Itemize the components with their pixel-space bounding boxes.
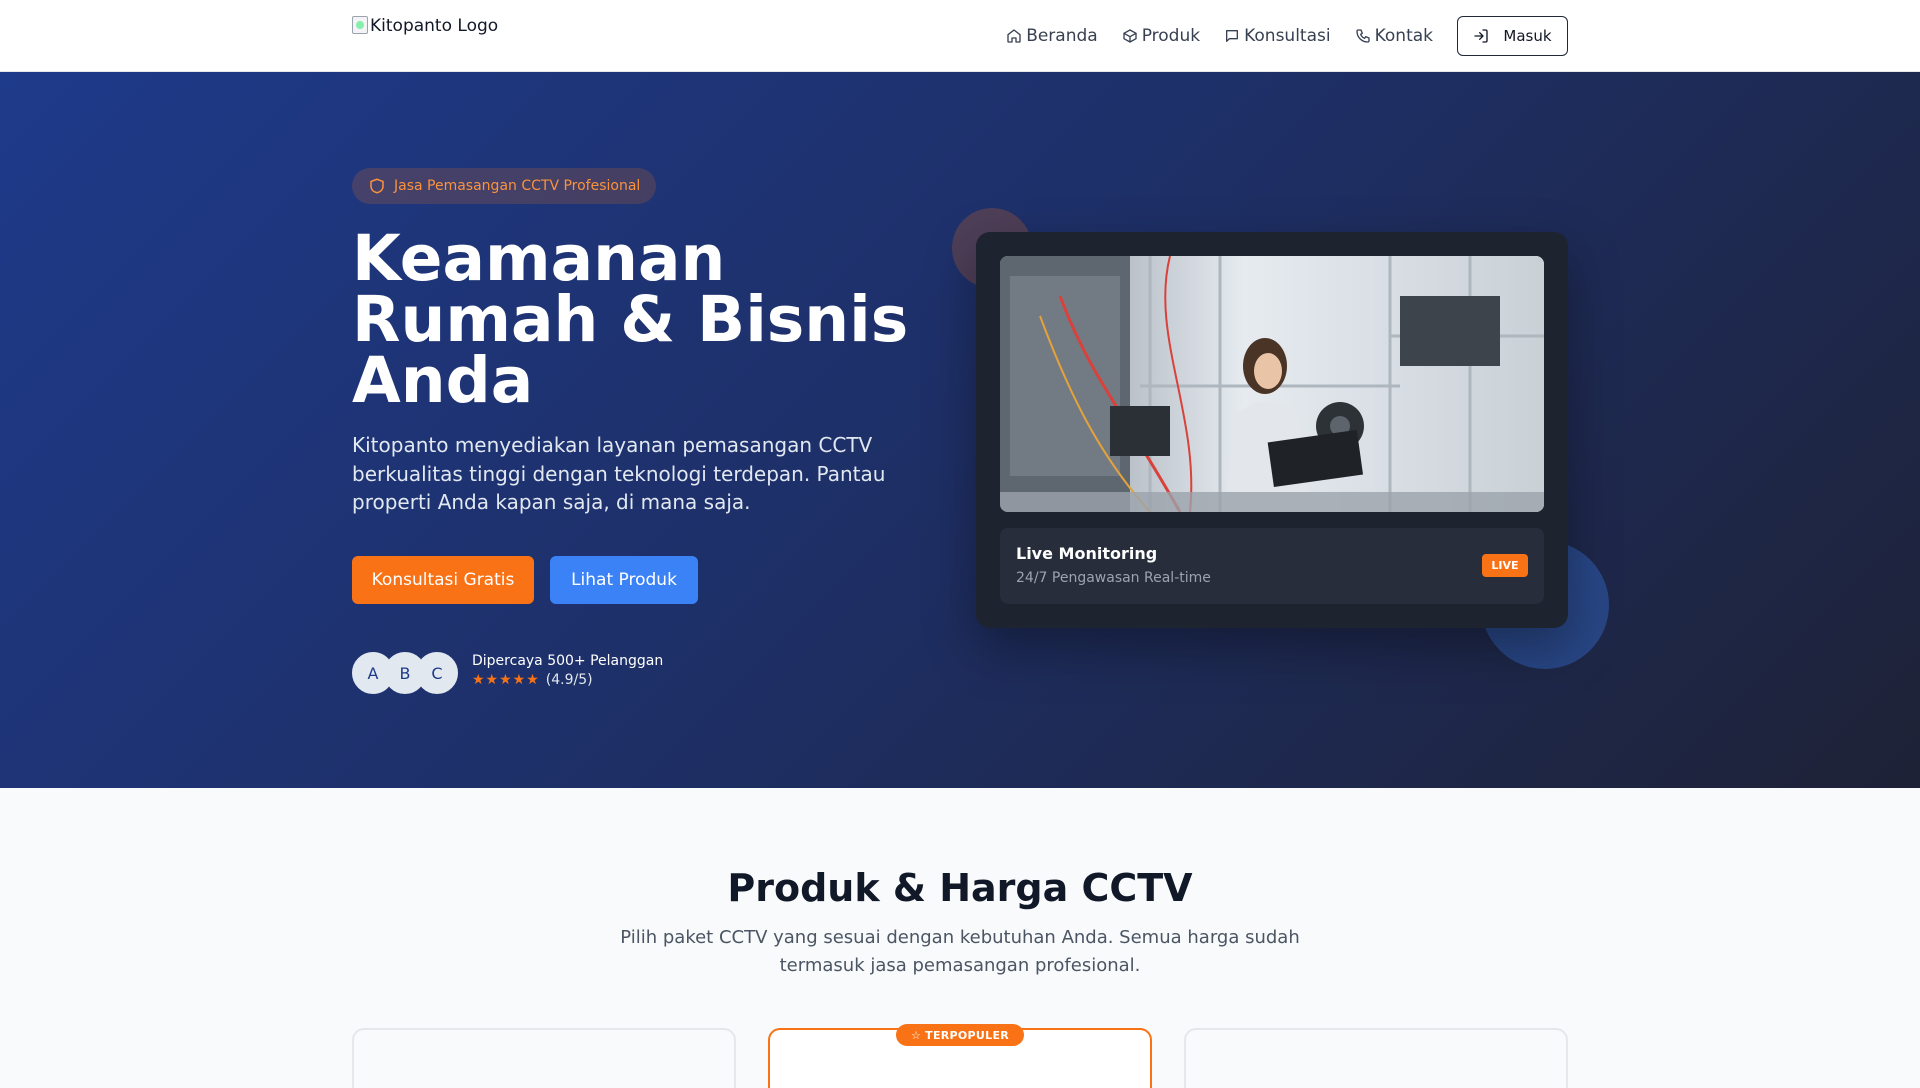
hero-description: Kitopanto menyediakan layanan pemasangan… — [352, 433, 886, 514]
star-rating-icons: ★★★★★ — [472, 672, 540, 688]
nav-item-produk[interactable]: Produk — [1122, 26, 1200, 46]
main-nav: Beranda Produk Konsultasi Kontak Masuk — [1006, 16, 1568, 56]
consult-free-button[interactable]: Konsultasi Gratis — [352, 556, 534, 604]
login-icon — [1474, 29, 1489, 43]
live-status-bar: Live Monitoring 24/7 Pengawasan Real-tim… — [1000, 528, 1544, 604]
popular-label: TERPOPULER — [925, 1028, 1010, 1042]
live-badge: LIVE — [1482, 554, 1528, 577]
hero-title: Keamanan Rumah & Bisnis Anda — [352, 222, 909, 417]
products-title: Produk & Harga CCTV — [727, 866, 1193, 910]
rating: ★★★★★ (4.9/5) — [472, 672, 663, 688]
home-icon — [1007, 29, 1021, 43]
logo[interactable]: Kitopanto Logo — [352, 16, 498, 36]
trust-text: Dipercaya 500+ Pelanggan — [472, 653, 664, 669]
nav-label: Kontak — [1374, 26, 1433, 46]
nav-item-kontak[interactable]: Kontak — [1355, 26, 1433, 46]
customer-avatars: A B C — [352, 652, 458, 694]
logo-alt-text: Kitopanto Logo — [370, 16, 499, 36]
popular-badge: ☆ TERPOPULER — [896, 1024, 1024, 1046]
service-badge: Jasa Pemasangan CCTV Profesional — [352, 168, 657, 204]
products-section: Produk & Harga CCTV Pilih paket CCTV yan… — [0, 788, 1920, 1088]
nav-label: Konsultasi — [1244, 26, 1331, 46]
message-icon — [1226, 30, 1239, 42]
products-subtitle: Pilih paket CCTV yang sesuai dengan kebu… — [620, 927, 1300, 976]
product-card[interactable] — [1184, 1028, 1568, 1088]
trust-info: Dipercaya 500+ Pelanggan ★★★★★ (4.9/5) — [472, 652, 663, 688]
login-label: Masuk — [1503, 27, 1552, 45]
lab-photo — [1000, 256, 1544, 512]
live-monitoring-card: Live Monitoring 24/7 Pengawasan Real-tim… — [976, 232, 1568, 628]
rating-value: (4.9/5) — [545, 672, 593, 688]
broken-image-icon — [352, 16, 368, 34]
lab-photo-illustration — [1000, 256, 1544, 512]
live-title: Live Monitoring — [1016, 544, 1158, 563]
product-card[interactable] — [352, 1028, 736, 1088]
nav-label: Beranda — [1026, 26, 1098, 46]
nav-item-konsultasi[interactable]: Konsultasi — [1224, 26, 1331, 46]
live-subtitle: 24/7 Pengawasan Real-time — [1016, 570, 1211, 586]
nav-label: Produk — [1141, 26, 1201, 46]
avatar: C — [416, 652, 458, 694]
hero-section: Jasa Pemasangan CCTV Profesional Keamana… — [0, 72, 1920, 788]
nav-item-beranda[interactable]: Beranda — [1006, 26, 1098, 46]
shield-icon — [370, 178, 384, 194]
phone-icon — [1355, 29, 1370, 43]
navbar: Kitopanto Logo Beranda Produk Konsultasi… — [0, 0, 1920, 72]
view-products-button[interactable]: Lihat Produk — [550, 556, 698, 604]
service-badge-label: Jasa Pemasangan CCTV Profesional — [394, 178, 641, 194]
login-button[interactable]: Masuk — [1457, 16, 1568, 56]
box-icon — [1123, 29, 1137, 43]
star-icon: ☆ — [910, 1028, 922, 1042]
